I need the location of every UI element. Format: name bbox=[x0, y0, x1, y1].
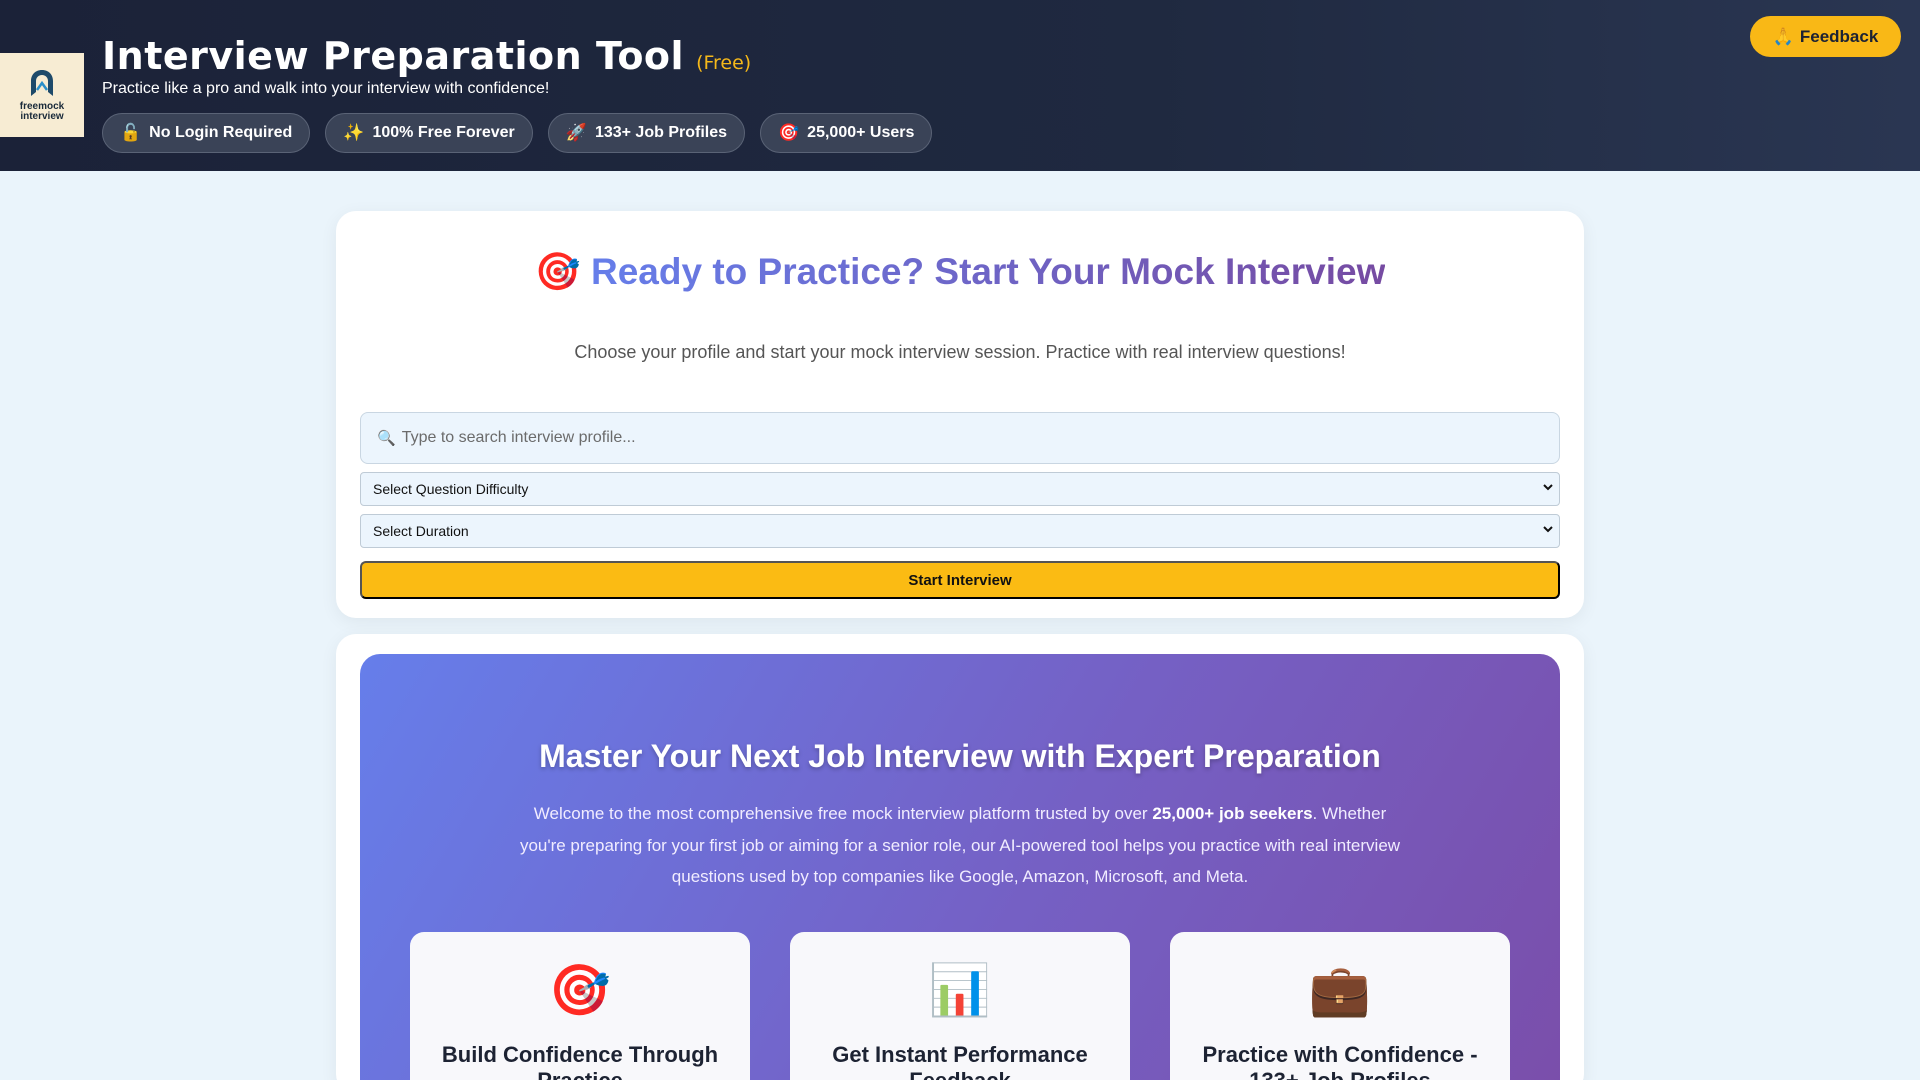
feature-title: Get Instant Performance Feedback bbox=[832, 1042, 1088, 1080]
badge-label: No Login Required bbox=[149, 124, 293, 141]
title-row: Interview Preparation Tool (Free) bbox=[102, 34, 751, 78]
start-heading: 🎯 Ready to Practice? Start Your Mock Int… bbox=[336, 251, 1584, 294]
briefcase-icon: 💼 bbox=[1308, 962, 1372, 1018]
folded-hands-icon: 🙏 bbox=[1772, 26, 1794, 46]
logo-text: freemock interview bbox=[20, 102, 64, 122]
sparkles-icon: ✨ bbox=[343, 123, 365, 142]
search-icon: 🔍 bbox=[377, 430, 396, 447]
profile-search[interactable]: 🔍 bbox=[360, 412, 1560, 464]
hero-text-bold: 25,000+ job seekers bbox=[1152, 804, 1313, 823]
badge-label: 100% Free Forever bbox=[372, 124, 515, 141]
feature-card: 🎯 Build Confidence Through Practice bbox=[410, 932, 750, 1080]
top-header: freemock interview Interview Preparation… bbox=[0, 0, 1920, 171]
feedback-label: Feedback bbox=[1799, 26, 1879, 46]
badge-users: 🎯 25,000+ Users bbox=[760, 113, 933, 153]
feature-title: Build Confidence Through Practice bbox=[441, 1042, 719, 1080]
feature-title: Practice with Confidence - 133+ Job Prof… bbox=[1202, 1042, 1478, 1080]
feedback-button[interactable]: 🙏 Feedback bbox=[1750, 16, 1901, 57]
info-card: Master Your Next Job Interview with Expe… bbox=[336, 634, 1584, 1080]
chevron-down-icon bbox=[1543, 526, 1553, 533]
target-icon: 🎯 bbox=[778, 123, 800, 142]
rocket-icon: 🚀 bbox=[565, 123, 587, 142]
badge-job-profiles: 🚀 133+ Job Profiles bbox=[547, 113, 745, 153]
badge-no-login: 🔓 No Login Required bbox=[102, 113, 311, 153]
target-icon: 🎯 bbox=[548, 962, 612, 1018]
unlock-icon: 🔓 bbox=[120, 123, 142, 142]
feature-badges: 🔓 No Login Required ✨ 100% Free Forever … bbox=[102, 113, 933, 153]
page-subtitle: Practice like a pro and walk into your i… bbox=[102, 80, 550, 97]
bar-chart-icon: 📊 bbox=[928, 962, 992, 1018]
hero-section: Master Your Next Job Interview with Expe… bbox=[360, 654, 1560, 1080]
badge-label: 133+ Job Profiles bbox=[594, 124, 727, 141]
badge-free-forever: ✨ 100% Free Forever bbox=[325, 113, 533, 153]
profile-search-input[interactable] bbox=[401, 429, 1552, 447]
difficulty-select-value: Select Question Difficulty bbox=[373, 481, 529, 497]
hero-text: Welcome to the most comprehensive free m… bbox=[510, 798, 1410, 893]
page-title: Interview Preparation Tool bbox=[102, 34, 685, 78]
chevron-down-icon bbox=[1543, 484, 1553, 491]
logo-mark-icon bbox=[31, 70, 53, 96]
logo-text-line2: interview bbox=[20, 111, 64, 122]
feature-card: 📊 Get Instant Performance Feedback bbox=[790, 932, 1130, 1080]
target-icon: 🎯 bbox=[534, 251, 581, 292]
duration-select[interactable]: Select Duration bbox=[360, 514, 1560, 548]
hero-title: Master Your Next Job Interview with Expe… bbox=[539, 738, 1381, 774]
start-heading-text: Ready to Practice? Start Your Mock Inter… bbox=[590, 251, 1386, 292]
difficulty-select[interactable]: Select Question Difficulty bbox=[360, 472, 1560, 506]
start-interview-card: 🎯 Ready to Practice? Start Your Mock Int… bbox=[336, 211, 1584, 618]
feature-card: 💼 Practice with Confidence - 133+ Job Pr… bbox=[1170, 932, 1510, 1080]
start-interview-button[interactable]: Start Interview bbox=[360, 561, 1560, 599]
duration-select-value: Select Duration bbox=[373, 523, 469, 539]
start-description: Choose your profile and start your mock … bbox=[574, 342, 1346, 362]
free-tag: (Free) bbox=[696, 52, 752, 74]
site-logo[interactable]: freemock interview bbox=[0, 53, 84, 137]
badge-label: 25,000+ Users bbox=[807, 124, 915, 141]
hero-text-part1: Welcome to the most comprehensive free m… bbox=[533, 804, 1153, 823]
